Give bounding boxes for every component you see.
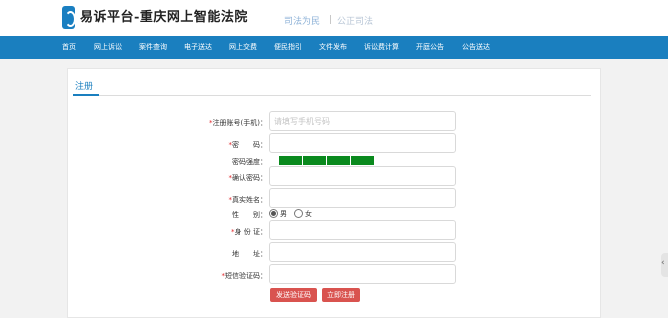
nav-item-guide[interactable]: 便民指引 (274, 36, 302, 59)
address-label: 地 址： (232, 250, 267, 258)
register-button[interactable]: 立即注册 (322, 288, 360, 302)
gender-male-radio[interactable] (269, 209, 278, 218)
idcard-label: *身 份 证： (231, 228, 267, 236)
strength-segment (303, 156, 326, 165)
main-nav: 首页 网上诉讼 案件查询 电子送达 网上交费 便民指引 文件发布 诉讼费计算 开… (0, 36, 668, 59)
nav-item-public-notice[interactable]: 公告送达 (462, 36, 490, 59)
sms-code-input[interactable] (269, 264, 456, 284)
confirm-password-input[interactable] (269, 166, 456, 186)
realname-label: *真实姓名： (228, 196, 268, 204)
confirm-password-label: *确认密码： (228, 174, 268, 182)
strength-segment (327, 156, 350, 165)
password-label: *密 码： (228, 141, 268, 149)
account-label: *注册账号(手机)： (209, 119, 267, 127)
strength-segment (351, 156, 374, 165)
panel-divider (73, 95, 591, 96)
strength-segment (279, 156, 302, 165)
account-input[interactable] (269, 111, 456, 131)
realname-input[interactable] (269, 188, 456, 208)
panel-title: 注册 (75, 82, 94, 92)
gender-female-label[interactable]: 女 (305, 209, 312, 219)
send-code-button[interactable]: 发送验证码 (270, 288, 317, 302)
nav-item-fee-calculator[interactable]: 诉讼费计算 (364, 36, 399, 59)
nav-item-online-litigation[interactable]: 网上诉讼 (94, 36, 122, 59)
gender-label: 性 别： (232, 211, 267, 219)
idcard-input[interactable] (269, 220, 456, 240)
address-input[interactable] (269, 242, 456, 262)
nav-item-case-query[interactable]: 案件查询 (139, 36, 167, 59)
court-logo-icon[interactable] (62, 6, 76, 29)
site-header: 易诉平台-重庆网上智能法院 司法为民 公正司法 (0, 0, 668, 36)
nav-item-documents[interactable]: 文件发布 (319, 36, 347, 59)
gender-male-label[interactable]: 男 (280, 209, 287, 219)
strength-label: 密码强度： (232, 158, 267, 166)
gender-female-radio[interactable] (294, 209, 303, 218)
slogan-left: 司法为民 (284, 17, 321, 27)
password-input[interactable] (269, 133, 456, 153)
nav-item-home[interactable]: 首页 (62, 36, 76, 59)
site-title[interactable]: 易诉平台-重庆网上智能法院 (80, 6, 248, 25)
side-collapse-tab[interactable] (661, 253, 668, 277)
nav-item-online-payment[interactable]: 网上交费 (229, 36, 257, 59)
slogan-divider (330, 15, 331, 24)
nav-item-hearing-notice[interactable]: 开庭公告 (416, 36, 444, 59)
slogan-right: 公正司法 (337, 17, 374, 27)
nav-item-e-service[interactable]: 电子送达 (184, 36, 212, 59)
panel-divider-accent (73, 94, 99, 96)
sms-code-label: *短信验证码： (221, 272, 268, 280)
